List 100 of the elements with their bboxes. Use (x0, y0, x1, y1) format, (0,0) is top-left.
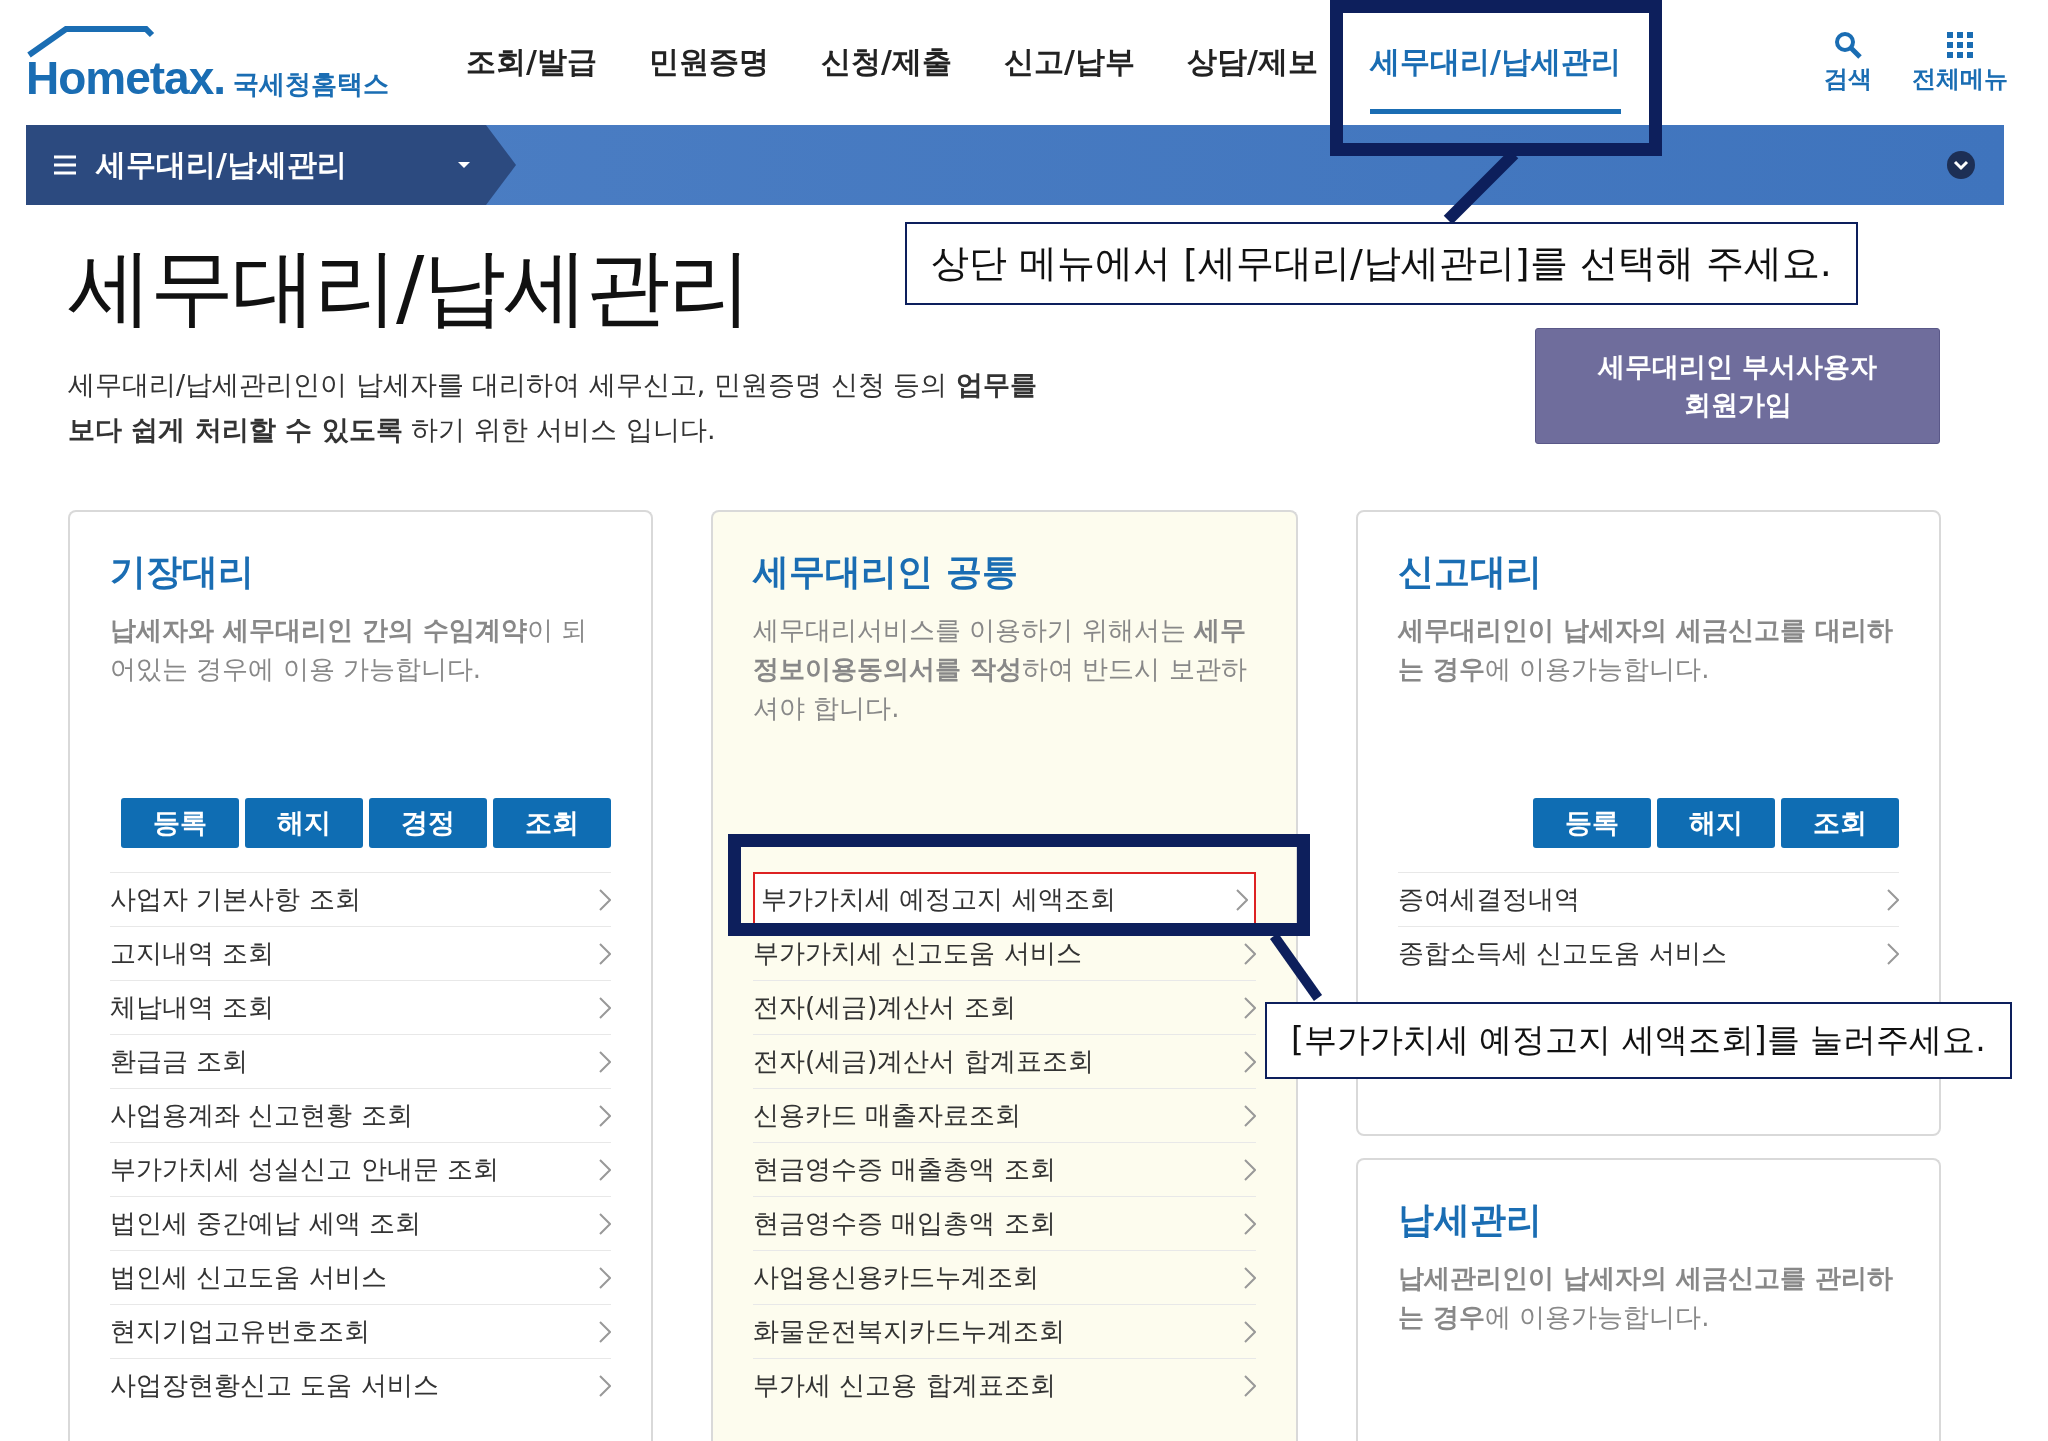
service-link-label: 부가가치세 신고도움 서비스 (753, 937, 1082, 971)
logo-wordmark: Hometax. (26, 54, 226, 101)
search-button[interactable]: 검색 (1824, 30, 1872, 95)
chevron-right-icon (599, 942, 611, 965)
section-menu-dropdown[interactable]: 세무대리/납세관리 (26, 125, 516, 205)
house-roof-icon (26, 24, 156, 59)
grid-menu-icon (1946, 30, 1974, 59)
service-link-label: 법인세 신고도움 서비스 (110, 1261, 387, 1295)
chevron-right-icon (1244, 1104, 1256, 1127)
chevron-right-icon (599, 1374, 611, 1397)
service-link-label: 사업자 기본사항 조회 (110, 883, 361, 917)
service-link-row[interactable]: 사업장현황신고 도움 서비스 (110, 1358, 611, 1413)
service-link-label: 전자(세금)계산서 합계표조회 (753, 1045, 1094, 1079)
service-link-row[interactable]: 전자(세금)계산서 합계표조회 (753, 1034, 1256, 1089)
service-link-label: 현금영수증 매입총액 조회 (753, 1207, 1056, 1241)
action-button[interactable]: 등록 (1533, 798, 1651, 849)
service-link-row[interactable]: 법인세 신고도움 서비스 (110, 1250, 611, 1305)
action-button[interactable]: 조회 (1781, 798, 1899, 849)
action-button[interactable]: 등록 (121, 798, 239, 849)
service-link-row[interactable]: 현지기업고유번호조회 (110, 1304, 611, 1359)
service-link-row[interactable]: 체납내역 조회 (110, 980, 611, 1035)
chevron-right-icon (1887, 942, 1899, 965)
chevron-right-icon (599, 996, 611, 1019)
chevron-right-icon (1244, 1374, 1256, 1397)
chevron-right-icon (1236, 888, 1248, 911)
card-description: 납세자와 세무대리인 간의 수임계약이 되어있는 경우에 이용 가능합니다. (110, 614, 589, 687)
menu-icon (54, 155, 76, 175)
service-link-label: 부가가치세 성실신고 안내문 조회 (110, 1153, 499, 1187)
card-title: 납세관리 (1398, 1198, 1543, 1243)
member-join-button[interactable]: 세무대리인 부서사용자 회원가입 (1535, 328, 1940, 445)
nav-tab[interactable]: 조회/발급 (466, 11, 597, 114)
service-link-label: 부가가치세 예정고지 세액조회 (761, 883, 1116, 917)
action-button[interactable]: 해지 (1657, 798, 1775, 849)
section-title: 세무대리/납세관리 (96, 145, 348, 184)
service-link-row[interactable]: 사업용신용카드누계조회 (753, 1250, 1256, 1305)
service-link-row[interactable]: 사업용계좌 신고현황 조회 (110, 1088, 611, 1143)
card-description: 세무대리인이 납세자의 세금신고를 대리하는 경우에 이용가능합니다. (1398, 614, 1895, 687)
service-link-row[interactable]: 부가세 신고용 합계표조회 (753, 1358, 1256, 1413)
chevron-right-icon (599, 1266, 611, 1289)
service-link-label: 법인세 중간예납 세액 조회 (110, 1207, 421, 1241)
chevron-right-icon (1244, 942, 1256, 965)
chevron-right-icon (1244, 1158, 1256, 1181)
site-logo[interactable]: Hometax. 국세청홈택스 (26, 24, 466, 101)
nav-tab[interactable]: 민원증명 (648, 11, 769, 114)
service-link-label: 고지내역 조회 (110, 937, 275, 971)
card-title: 기장대리 (110, 550, 255, 595)
service-link-label: 전자(세금)계산서 조회 (753, 991, 1016, 1025)
card-description: 세무대리서비스를 이용하기 위해서는 세무정보이용동의서를 작성하여 반드시 보관하셔야 합니다. (753, 614, 1248, 726)
service-link-label: 사업용계좌 신고현황 조회 (110, 1099, 413, 1133)
nav-tab[interactable]: 신고/납부 (1003, 11, 1135, 114)
service-link-row[interactable]: 부가가치세 신고도움 서비스 (753, 926, 1256, 981)
nav-tab[interactable]: 상담/제보 (1186, 11, 1318, 114)
page-description: 세무대리/납세관리인이 납세자를 대리하여 세무신고, 민원증명 신청 등의 업무를 보다 쉽게 처리할 수 있도록 하기 위한 서비스 입니다. (68, 368, 1038, 447)
service-link-row[interactable]: 고지내역 조회 (110, 926, 611, 981)
service-link-row[interactable]: 전자(세금)계산서 조회 (753, 980, 1256, 1035)
chevron-right-icon (1244, 996, 1256, 1019)
action-button[interactable]: 해지 (245, 798, 363, 849)
service-link-row[interactable]: 현금영수증 매입총액 조회 (753, 1196, 1256, 1251)
search-icon (1834, 30, 1862, 59)
service-link-label: 현금영수증 매출총액 조회 (753, 1153, 1056, 1187)
instruction-callout: 상단 메뉴에서 [세무대리/납세관리]를 선택해 주세요. (905, 222, 1858, 305)
service-link-label: 증여세결정내역 (1398, 883, 1580, 917)
service-link-row[interactable]: 부가가치세 성실신고 안내문 조회 (110, 1142, 611, 1197)
chevron-down-circle-icon[interactable] (1946, 150, 1976, 180)
chevron-right-icon (599, 1104, 611, 1127)
chevron-right-icon (1244, 1050, 1256, 1073)
chevron-right-icon (1244, 1320, 1256, 1343)
instruction-callout: [부가가치세 예정고지 세액조회]를 눌러주세요. (1265, 1002, 2012, 1079)
service-link-row[interactable]: 신용카드 매출자료조회 (753, 1088, 1256, 1143)
service-link-row[interactable]: 환급금 조회 (110, 1034, 611, 1089)
service-link-row[interactable]: 종합소득세 신고도움 서비스 (1398, 926, 1899, 981)
card-description: 납세관리인이 납세자의 세금신고를 관리하는 경우에 이용가능합니다. (1398, 1262, 1895, 1335)
chevron-right-icon (599, 888, 611, 911)
service-link-label: 현지기업고유번호조회 (110, 1315, 370, 1349)
service-link-label: 화물운전복지카드누계조회 (753, 1315, 1065, 1349)
service-link-label: 사업장현황신고 도움 서비스 (110, 1369, 439, 1403)
card-title: 신고대리 (1398, 550, 1543, 595)
chevron-right-icon (1244, 1212, 1256, 1235)
service-link-label: 부가세 신고용 합계표조회 (753, 1369, 1056, 1403)
service-link-label: 환급금 조회 (110, 1045, 249, 1079)
action-button[interactable]: 조회 (493, 798, 611, 849)
nav-tab[interactable]: 신청/제출 (820, 11, 952, 114)
logo-name: 국세청홈택스 (233, 69, 390, 101)
service-link-row[interactable]: 증여세결정내역 (1398, 872, 1899, 927)
chevron-right-icon (599, 1320, 611, 1343)
chevron-right-icon (1887, 888, 1899, 911)
nav-tab[interactable]: 세무대리/납세관리 (1369, 11, 1621, 114)
chevron-right-icon (599, 1158, 611, 1181)
chevron-right-icon (1244, 1266, 1256, 1289)
card-title: 세무대리인 공통 (753, 550, 1019, 595)
service-link-row[interactable]: 사업자 기본사항 조회 (110, 872, 611, 927)
action-button[interactable]: 경정 (369, 798, 487, 849)
caret-down-icon (456, 160, 472, 170)
all-menu-button[interactable]: 전체메뉴 (1912, 30, 2008, 95)
service-link-row[interactable]: 현금영수증 매출총액 조회 (753, 1142, 1256, 1197)
service-link-row[interactable]: 화물운전복지카드누계조회 (753, 1304, 1256, 1359)
service-link-row[interactable]: 법인세 중간예납 세액 조회 (110, 1196, 611, 1251)
page-title: 세무대리/납세관리 (68, 237, 751, 338)
chevron-right-icon (599, 1050, 611, 1073)
service-link-label: 사업용신용카드누계조회 (753, 1261, 1039, 1295)
